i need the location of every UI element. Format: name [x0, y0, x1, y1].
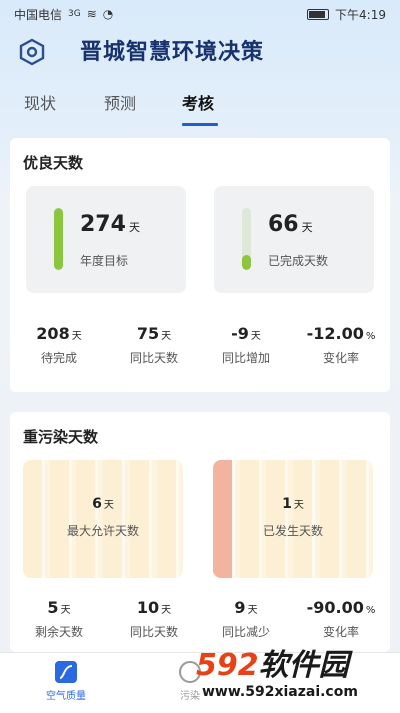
- annual-target-panel: 274 天 年度目标: [26, 186, 186, 293]
- stat-yoy-decrease: 9天 同比减少: [201, 598, 291, 640]
- watermark-logo: 592软件园: [196, 640, 396, 684]
- tab-forecast[interactable]: 预测: [104, 90, 136, 114]
- tab-bar: 现状 预测 考核: [0, 84, 400, 128]
- day-stripe: [266, 460, 289, 578]
- stat-label: 同比减少: [221, 625, 270, 639]
- stat-change-rate: -90.00% 变化率: [296, 598, 386, 640]
- day-stripe: [129, 460, 152, 578]
- occurred-value: 1: [282, 496, 292, 512]
- target-progress-fill: [54, 208, 63, 270]
- active-tab-indicator: [182, 123, 218, 126]
- max-allowed-unit: 天: [103, 500, 114, 511]
- stat-value: 9: [234, 598, 246, 617]
- stat-remaining: 5天 剩余天数: [14, 598, 104, 640]
- stat-label: 变化率: [322, 351, 359, 365]
- stat-label: 剩余天数: [34, 625, 83, 639]
- app-header: 晋城智慧环境决策: [0, 28, 400, 74]
- stat-label: 同比天数: [129, 351, 178, 365]
- stat-value: -90.00: [306, 598, 364, 617]
- day-stripe: [213, 460, 235, 578]
- day-stripe: [23, 460, 45, 578]
- stat-yoy-days: 10 天 同比天数: [109, 598, 199, 640]
- watermark-logo-text: 软件园: [258, 648, 349, 683]
- completed-value: 66: [268, 212, 299, 237]
- watermark-logo-num: 592: [196, 648, 259, 683]
- stat-unit: 天: [60, 605, 71, 616]
- sync-icon: ◔: [102, 7, 114, 21]
- occurred-unit: 天: [293, 500, 304, 511]
- day-stripe: [76, 460, 99, 578]
- completed-unit: 天: [301, 221, 313, 234]
- clock: 下午4:19: [335, 7, 386, 22]
- day-stripe: [239, 460, 262, 578]
- signal-icon: 3G: [68, 9, 81, 19]
- day-stripe: [156, 460, 179, 578]
- stat-label: 同比天数: [129, 625, 178, 639]
- completed-progress-fill: [242, 255, 251, 270]
- heavy-pollution-card: 重污染天数 6天 最大允许天数 1天 已发生天数 5天 剩余天数 10 天 同比天…: [10, 412, 390, 652]
- stat-unit: %: [365, 605, 376, 616]
- day-stripe: [293, 460, 316, 578]
- stat-unit: 天: [71, 331, 82, 342]
- good-days-title: 优良天数: [23, 154, 84, 172]
- carrier-label: 中国电信: [14, 7, 63, 22]
- target-value-wrap: 274 天: [80, 212, 140, 237]
- heavy-pollution-title: 重污染天数: [23, 428, 99, 446]
- completed-progress-bar: [242, 208, 251, 270]
- stat-yoy-increase: -9 天 同比增加: [201, 324, 291, 366]
- stat-unit: 天: [247, 605, 258, 616]
- stat-value: 75: [136, 324, 160, 343]
- status-bar: 中国电信 3G ≋ ◔ 下午4:19: [0, 0, 400, 28]
- completed-value-wrap: 66 天: [268, 212, 313, 237]
- max-allowed-panel: 6天 最大允许天数: [23, 460, 183, 578]
- stat-pending: 208 天 待完成: [14, 324, 104, 366]
- day-stripe: [319, 460, 342, 578]
- max-allowed-value: 6: [92, 496, 102, 512]
- max-allowed-value-wrap: 6天: [23, 496, 183, 512]
- stat-unit: 天: [250, 331, 261, 342]
- max-allowed-label: 最大允许天数: [66, 524, 139, 538]
- battery-icon: [307, 8, 330, 20]
- wifi-icon: ≋: [86, 7, 97, 21]
- stat-unit: 天: [161, 605, 172, 616]
- stat-unit: 天: [161, 331, 172, 342]
- good-days-card: 优良天数 274 天 年度目标 66 天 已完成天数 208 天 待完成 75 天 同比…: [10, 138, 390, 392]
- completed-panel: 66 天 已完成天数: [214, 186, 374, 293]
- target-label: 年度目标: [80, 254, 129, 268]
- settings-hex-icon[interactable]: [18, 38, 46, 66]
- occurred-value-wrap: 1天: [213, 496, 373, 512]
- stat-label: 待完成: [40, 351, 77, 365]
- stat-label: 同比增加: [221, 351, 270, 365]
- stat-value: 208: [36, 324, 70, 343]
- target-unit: 天: [128, 221, 140, 234]
- watermark: 592软件园 www.592xiazai.com: [196, 640, 396, 710]
- stat-value: 5: [47, 598, 59, 617]
- stat-yoy-days: 75 天 同比天数: [109, 324, 199, 366]
- target-value: 274: [80, 212, 126, 237]
- air-quality-icon: [55, 661, 77, 683]
- tab-assessment[interactable]: 考核: [182, 90, 214, 114]
- watermark-url: www.592xiazai.com: [202, 684, 358, 700]
- target-progress-bar: [54, 208, 63, 270]
- stat-value: -9: [231, 324, 249, 343]
- tab-status[interactable]: 现状: [24, 90, 56, 114]
- stat-label: 变化率: [322, 625, 359, 639]
- occurred-label: 已发生天数: [262, 524, 323, 538]
- day-stripe: [49, 460, 72, 578]
- stat-change-rate: -12.00% 变化率: [296, 324, 386, 366]
- completed-label: 已完成天数: [268, 254, 329, 268]
- day-stripe: [103, 460, 126, 578]
- nav-air-quality[interactable]: 空气质量: [26, 661, 106, 702]
- occurred-panel: 1天 已发生天数: [213, 460, 373, 578]
- stat-value: -12.00: [306, 324, 364, 343]
- stat-value: 10: [136, 598, 160, 617]
- nav-air-quality-label: 空气质量: [46, 691, 86, 702]
- app-title: 晋城智慧环境决策: [80, 39, 265, 65]
- stat-unit: %: [365, 331, 376, 342]
- day-stripe: [346, 460, 369, 578]
